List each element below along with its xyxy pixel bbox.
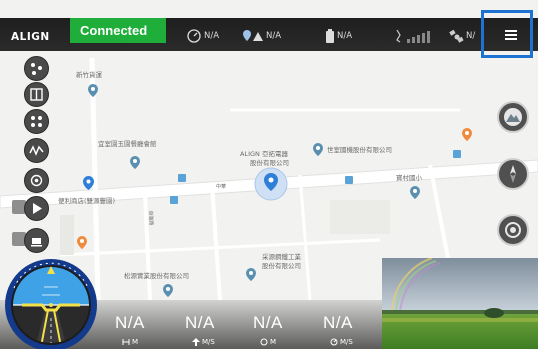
satellite-value: N/ — [466, 31, 476, 41]
map-label: 采源鋼鐵工業 — [262, 253, 301, 261]
bus-stop-icon — [178, 174, 186, 182]
map-label: 新竹貨運 — [76, 71, 102, 79]
hamburger-menu-icon — [505, 30, 517, 40]
home-distance-stat: N/A — [242, 28, 281, 44]
gauge-icon — [187, 29, 201, 43]
road-label: 中華 — [216, 184, 227, 190]
poi-marker-icon[interactable] — [130, 156, 140, 169]
menu-button[interactable] — [481, 10, 533, 58]
battery-icon — [326, 29, 334, 43]
poi-marker-icon[interactable] — [77, 236, 87, 249]
altitude-icon — [122, 339, 130, 345]
altitude-unit: M — [122, 338, 138, 346]
orbit-icon — [30, 174, 43, 187]
map-label: 股份有限公司 — [262, 262, 301, 270]
horizontal-speed-value: N/A — [323, 313, 353, 332]
bus-stop-icon — [453, 150, 461, 158]
map-label: ALIGN 亞拓電器 — [240, 150, 288, 158]
gauge-stat: N/A — [186, 28, 219, 44]
area-tool-button[interactable] — [24, 109, 49, 134]
play-icon — [33, 203, 42, 214]
map-type-button[interactable] — [497, 101, 529, 133]
survey-tool-button[interactable] — [24, 138, 49, 163]
compass-button[interactable] — [497, 158, 529, 190]
bus-stop-icon — [345, 176, 353, 184]
horizontal-speed-icon — [330, 338, 338, 346]
vertical-speed-icon — [192, 338, 200, 346]
poi-marker-icon[interactable] — [462, 128, 472, 141]
distance-unit: M — [260, 338, 276, 346]
map-label: 世室國機股份有限公司 — [327, 146, 392, 154]
brand-logo: ALIGN — [11, 31, 50, 43]
map-label: 寶村國小 — [396, 174, 422, 182]
distance-icon — [260, 338, 268, 346]
route-tool-button[interactable] — [24, 82, 49, 107]
area-icon — [31, 116, 42, 127]
play-mission-button[interactable] — [24, 196, 49, 221]
camera-preview[interactable] — [382, 258, 538, 349]
orbit-tool-button[interactable] — [24, 168, 49, 193]
land-button[interactable] — [24, 228, 49, 253]
horizontal-speed-unit-label: M/S — [340, 338, 353, 346]
landing-icon — [31, 238, 42, 247]
gauge-value: N/A — [204, 31, 220, 41]
altitude-value: N/A — [115, 313, 145, 332]
vertical-speed-unit-label: M/S — [202, 338, 215, 346]
compass-icon — [510, 165, 516, 183]
locate-button[interactable] — [497, 214, 529, 246]
route-icon — [30, 88, 43, 101]
current-location-icon — [264, 173, 278, 191]
signal-stat — [393, 28, 437, 44]
map-label: 松源實業股份有限公司 — [124, 272, 189, 280]
road-label: 自強路 — [147, 210, 154, 226]
flight-app: 新竹貨運 宜室園玉園餐廳會館 ALIGN 亞拓電器 股份有限公司 世室國機股份有… — [0, 0, 538, 349]
battery-value: N/A — [337, 31, 353, 41]
satellite-icon — [449, 29, 464, 43]
connection-status-badge[interactable]: Connected — [70, 18, 166, 43]
battery-stat: N/A — [325, 28, 352, 44]
target-icon — [505, 222, 521, 238]
attitude-indicator — [5, 259, 97, 349]
distance-unit-label: M — [270, 338, 277, 346]
map-label: 宜室園玉園餐廳會館 — [98, 140, 157, 148]
map-label: 股份有限公司 — [250, 159, 289, 167]
horizontal-speed-unit: M/S — [330, 338, 353, 346]
signal-icon — [396, 29, 430, 43]
poi-marker-icon[interactable] — [83, 176, 94, 190]
poi-marker-icon[interactable] — [313, 143, 323, 156]
altitude-unit-label: M — [132, 338, 139, 346]
vertical-speed-value: N/A — [185, 313, 215, 332]
zigzag-path-icon — [29, 145, 44, 156]
waypoints-icon — [31, 63, 42, 75]
home-distance-value: N/A — [266, 31, 282, 41]
poi-marker-icon[interactable] — [410, 186, 420, 199]
poi-marker-icon[interactable] — [163, 284, 173, 297]
map-label: 便利商店(雙源豐園) — [58, 197, 116, 205]
poi-marker-icon[interactable] — [246, 268, 256, 281]
waypoint-tool-button[interactable] — [24, 56, 49, 81]
distance-value: N/A — [253, 313, 283, 332]
poi-marker-icon[interactable] — [88, 84, 98, 97]
home-distance-icon — [243, 30, 263, 41]
bus-stop-icon — [170, 196, 178, 204]
satellite-stat: N/ — [448, 28, 475, 44]
terrain-icon — [504, 108, 522, 126]
vertical-speed-unit: M/S — [192, 338, 215, 346]
